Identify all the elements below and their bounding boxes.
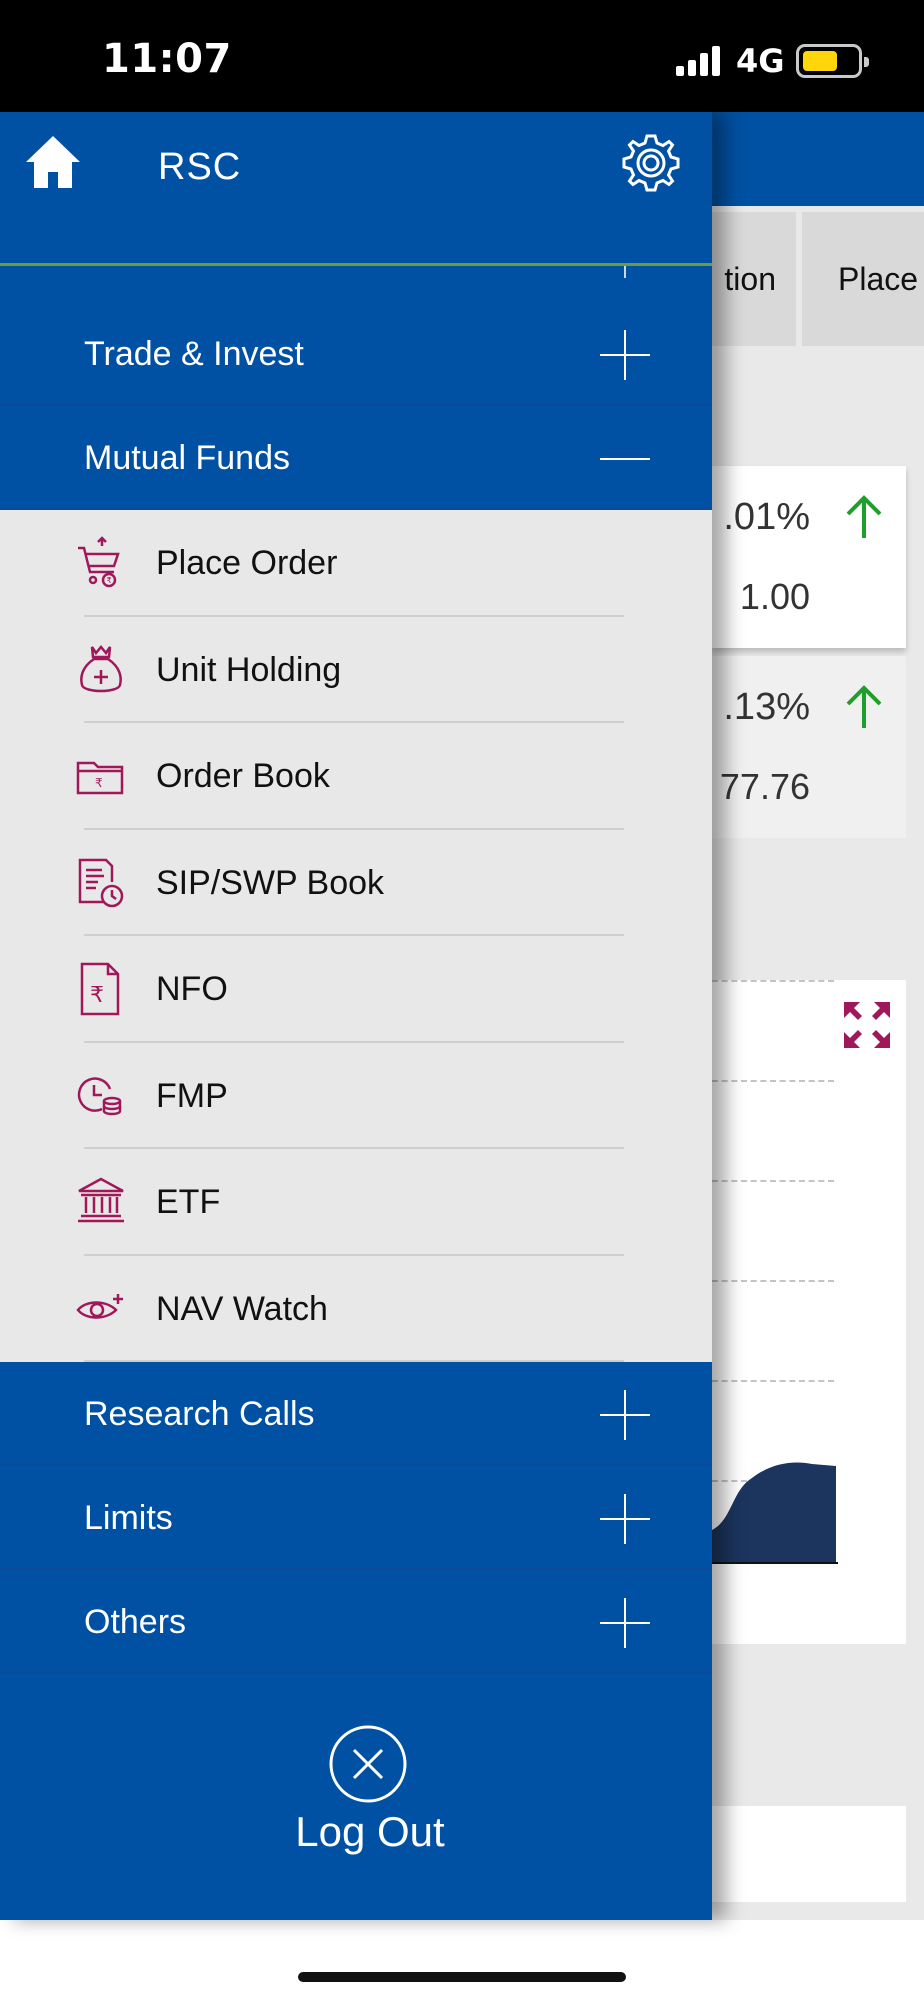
submenu-label: SIP/SWP Book [156,863,385,902]
submenu-item-etf[interactable]: ETF [0,1149,712,1256]
section-label: Mutual Funds [84,439,290,477]
submenu-label: Place Order [156,544,338,582]
bank-icon [78,1177,124,1223]
minus-icon[interactable] [600,434,650,484]
submenu-label: NFO [156,970,228,1008]
menu-section-mutual-funds[interactable]: Mutual Funds [0,406,712,510]
card-value: 1.00 [739,576,810,617]
svg-text:₹: ₹ [90,983,104,1008]
expand-icon[interactable] [842,1000,892,1050]
menu-section-trade-invest[interactable]: Trade & Invest [0,302,712,406]
submenu-item-unit-holding[interactable]: Unit Holding [0,617,712,723]
plus-icon[interactable] [600,1494,650,1544]
svg-text:₹: ₹ [107,576,112,585]
logout-label: Log Out [295,1808,445,1855]
section-label: Limits [84,1499,173,1537]
arrow-up-icon [846,685,882,728]
background-header [712,112,924,206]
navigation-drawer: RSC Trade & Invest Mutual Funds ₹ Place … [0,112,712,1920]
document-clock-icon [78,858,124,907]
home-indicator[interactable] [298,1972,626,1982]
grid-line [712,980,834,982]
submenu-label: NAV Watch [156,1289,328,1328]
change-percent: .01% [723,496,810,538]
menu-section-research-calls[interactable]: Research Calls [0,1362,712,1466]
status-bar: 11:07 4G [0,0,924,112]
document-rupee-icon: ₹ [80,962,120,1016]
network-type: 4G [736,42,785,80]
submenu-item-order-book[interactable]: ₹ Order Book [0,723,712,830]
background-card[interactable]: .13% 77.76 [712,656,906,838]
scroll-marker [624,266,626,278]
menu-section-others[interactable]: Others [0,1570,712,1674]
signal-icon [676,46,720,76]
section-label: Others [84,1603,187,1641]
drawer-title: RSC [158,146,242,188]
close-circle-icon [329,1725,407,1803]
background-tab[interactable]: tion [712,212,796,346]
section-label: Trade & Invest [84,335,304,373]
submenu-label: ETF [156,1183,221,1221]
svg-text:₹: ₹ [95,776,103,790]
mutual-funds-submenu: ₹ Place Order Unit Holding ₹ Order Book … [0,510,712,1362]
plus-icon[interactable] [600,330,650,380]
card-value: 77.76 [719,766,810,807]
background-tab[interactable]: Place [802,212,924,346]
plus-icon[interactable] [600,1598,650,1648]
plus-icon[interactable] [600,1390,650,1440]
logout-button[interactable]: Log Out [200,1724,540,1874]
background-chart [712,980,906,1644]
clock-coins-icon [77,1076,122,1115]
status-time: 11:07 [102,36,232,82]
submenu-item-place-order[interactable]: ₹ Place Order [0,510,712,617]
header-divider [0,263,712,266]
background-card [712,1806,906,1902]
background-card[interactable]: .01% 1.00 [712,466,906,648]
eye-plus-icon [76,1293,123,1319]
submenu-label: FMP [156,1076,228,1115]
cart-icon: ₹ [78,536,120,588]
grid-line [712,1280,834,1282]
home-icon[interactable] [24,134,82,190]
chart-area [712,1462,838,1564]
submenu-item-nav-watch[interactable]: NAV Watch [0,1256,712,1362]
arrow-up-icon [846,495,882,538]
submenu-label: Unit Holding [156,650,342,689]
money-bag-icon [80,644,122,692]
submenu-item-nfo[interactable]: ₹ NFO [0,936,712,1043]
battery-icon [796,44,869,78]
grid-line [712,1380,834,1382]
grid-line [712,1180,834,1182]
section-label: Research Calls [84,1395,315,1433]
grid-line [712,1080,834,1082]
submenu-item-fmp[interactable]: FMP [0,1043,712,1149]
submenu-label: Order Book [156,757,330,795]
submenu-item-sip-swp-book[interactable]: SIP/SWP Book [0,830,712,936]
gear-icon[interactable] [618,130,684,196]
change-percent: .13% [723,686,810,728]
drawer-header: RSC [0,112,712,262]
folder-rupee-icon: ₹ [76,761,124,795]
menu-section-limits[interactable]: Limits [0,1466,712,1570]
